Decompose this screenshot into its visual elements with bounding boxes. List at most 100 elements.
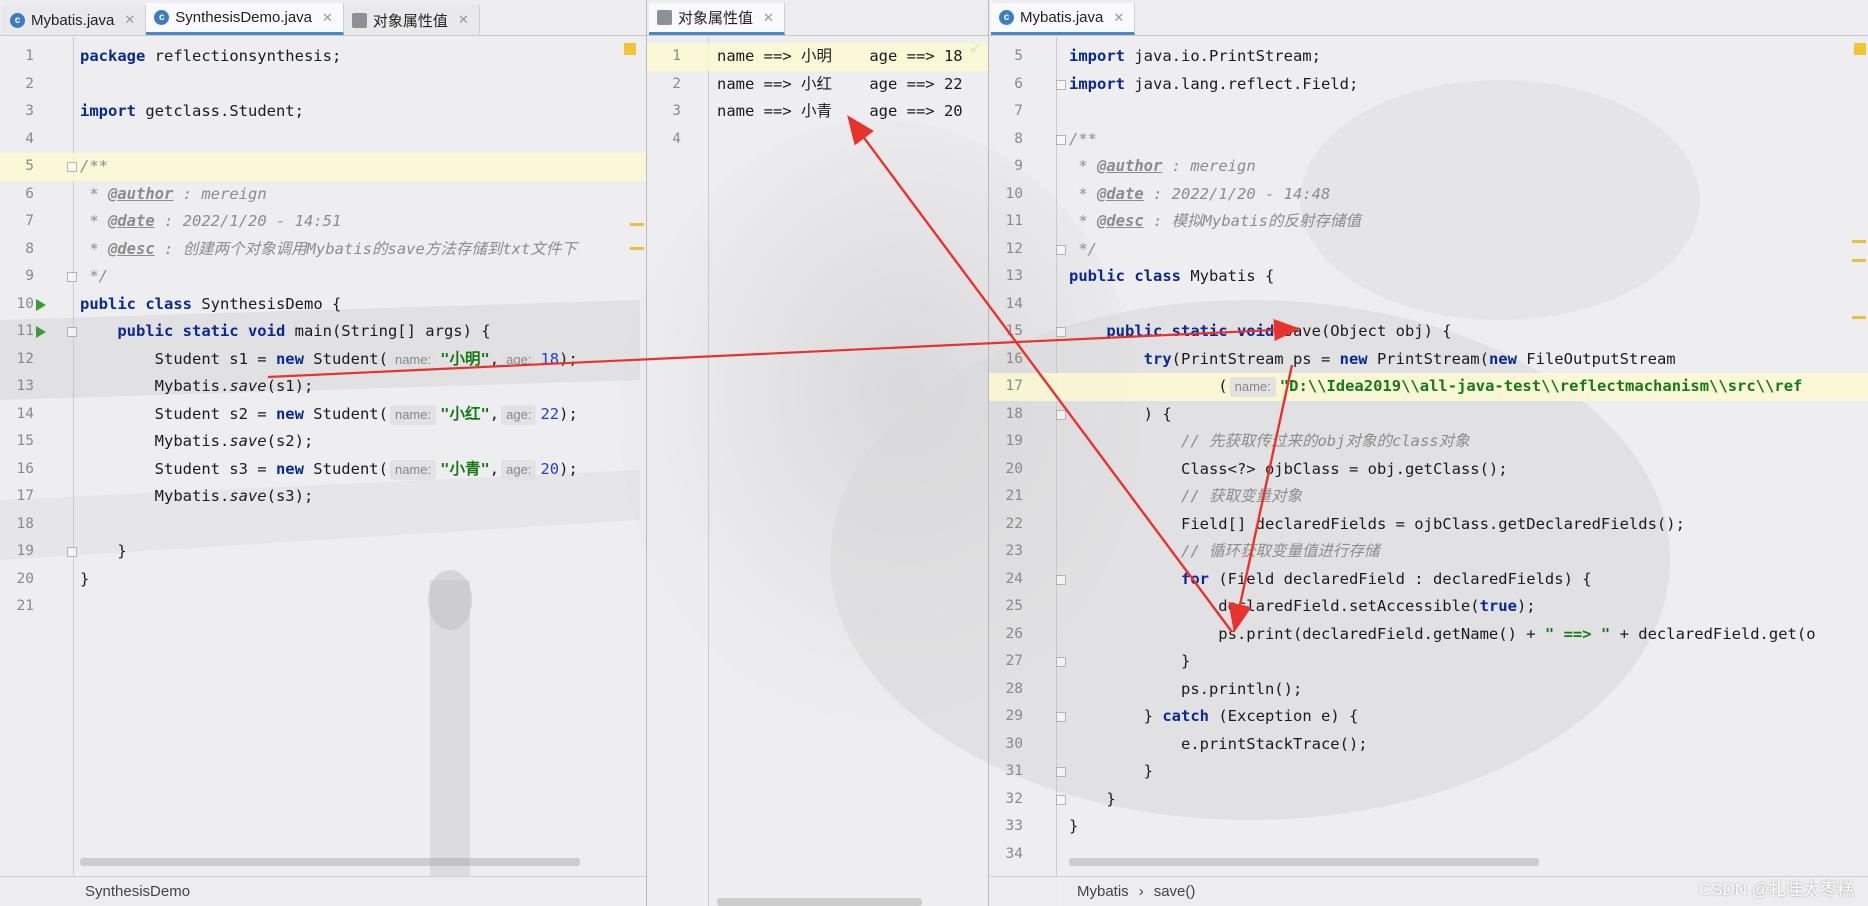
fold-icon[interactable] xyxy=(1056,327,1066,337)
number-literal: 22 xyxy=(540,404,560,423)
fold-icon[interactable] xyxy=(1056,767,1066,777)
fold-icon[interactable] xyxy=(1056,712,1066,722)
fold-icon[interactable] xyxy=(67,162,77,172)
code-text: Class<?> ojbClass = obj.getClass(); xyxy=(1069,459,1508,478)
editor-pane-synthesisdemo: c Mybatis.java ✕ c SynthesisDemo.java ✕ … xyxy=(0,0,647,906)
line-number: 25 xyxy=(1005,598,1023,614)
tab-label: 对象属性值 xyxy=(678,10,754,27)
comment: * xyxy=(1069,212,1097,230)
code-text: } xyxy=(1069,707,1163,725)
line-number: 6 xyxy=(1014,75,1023,92)
code-editor[interactable]: 5 import java.io.PrintStream; 6 import jav… xyxy=(989,37,1868,906)
comment: */ xyxy=(1069,239,1097,258)
code-line: 26 ps.print(declaredField.getName() + " … xyxy=(989,621,1868,649)
comment: * xyxy=(80,212,108,230)
fold-icon[interactable] xyxy=(1056,574,1066,585)
line-number: 1 xyxy=(25,48,34,64)
code-line: 4 xyxy=(0,126,646,154)
doc-tag: @desc xyxy=(1097,212,1144,230)
code-line: 32 } xyxy=(989,786,1868,814)
code-text: (Field declaredField : declaredFields) { xyxy=(1208,569,1592,588)
keyword: true xyxy=(1479,597,1517,615)
line-number: 21 xyxy=(16,598,34,614)
code-line: 8 /** xyxy=(989,126,1868,154)
code-text: Mybatis. xyxy=(80,377,230,395)
line-number: 20 xyxy=(16,570,34,587)
code-text: Mybatis. xyxy=(80,487,230,505)
breadcrumb-class[interactable]: Mybatis xyxy=(1077,883,1129,900)
code-text: } xyxy=(1069,652,1191,670)
code-text: Mybatis. xyxy=(80,432,230,450)
tab-mybatis-java[interactable]: c Mybatis.java ✕ xyxy=(2,5,147,35)
comment: * xyxy=(80,239,108,258)
code-text: Student( xyxy=(303,349,388,368)
class-icon: c xyxy=(154,10,170,25)
line-number: 2 xyxy=(672,75,681,92)
fold-icon[interactable] xyxy=(1056,657,1066,667)
fold-icon[interactable] xyxy=(1056,409,1066,420)
comment: : mereign xyxy=(1162,157,1256,175)
text-file-icon xyxy=(351,12,367,28)
code-line-current: 17 (name: "D:\\Idea2019\\all-java-test\\r… xyxy=(989,373,1868,401)
code-text: } xyxy=(1069,762,1153,780)
chevron-right-icon: › xyxy=(1138,883,1144,900)
code-line: 10 public class SynthesisDemo { xyxy=(0,291,646,319)
line-number: 18 xyxy=(16,515,34,532)
text-editor[interactable]: ✔ 1name ==> 小明 age ==> 18 2name ==> 小红 a… xyxy=(647,37,988,906)
output-row: name ==> 小青 age ==> 20 xyxy=(717,102,963,120)
line-number: 26 xyxy=(1005,625,1023,642)
run-icon[interactable] xyxy=(36,298,46,311)
code-line: 7 * @date : 2022/1/20 - 14:51 xyxy=(0,208,646,236)
close-icon[interactable]: ✕ xyxy=(322,10,333,26)
fold-icon[interactable] xyxy=(1056,79,1066,90)
code-line: 33} xyxy=(989,813,1868,841)
tab-object-values-txt[interactable]: 对象属性值 ✕ xyxy=(343,5,480,35)
tab-synthesisdemo-java[interactable]: c SynthesisDemo.java ✕ xyxy=(146,3,344,35)
fold-icon[interactable] xyxy=(1056,134,1066,145)
breadcrumb-class[interactable]: SynthesisDemo xyxy=(85,883,190,900)
line-number: 34 xyxy=(1005,845,1023,862)
fold-icon[interactable] xyxy=(67,547,77,557)
parameter-hint: name: xyxy=(389,349,437,370)
line-number: 10 xyxy=(1005,185,1023,202)
code-line: 14 Student s2 = new Student(name: "小红", ag… xyxy=(0,401,646,429)
tab-label: SynthesisDemo.java xyxy=(175,9,313,26)
line-number: 24 xyxy=(1005,570,1023,587)
code-line: 11 public static void main(String[] args… xyxy=(0,318,646,346)
editor-pane-mybatis: c Mybatis.java ✕ 5 import java.io.PrintSt… xyxy=(989,0,1868,906)
string-literal: " ==> " xyxy=(1544,624,1611,643)
code-text: java.lang.reflect.Field; xyxy=(1125,74,1359,93)
close-icon[interactable]: ✕ xyxy=(458,12,469,28)
code-text: save(Object obj) { xyxy=(1274,322,1452,340)
close-icon[interactable]: ✕ xyxy=(1113,10,1124,26)
code-text: } xyxy=(80,542,127,560)
line-number: 19 xyxy=(16,543,34,559)
horizontal-scrollbar[interactable] xyxy=(80,858,580,866)
close-icon[interactable]: ✕ xyxy=(763,10,774,26)
tab-mybatis-java[interactable]: c Mybatis.java ✕ xyxy=(991,3,1136,35)
code-line: 16 Student s3 = new Student(name: "小青", ag… xyxy=(0,456,646,484)
close-icon[interactable]: ✕ xyxy=(124,12,135,28)
code-text: Student s1 = xyxy=(80,349,276,368)
line-number: 30 xyxy=(1005,735,1023,752)
horizontal-scrollbar[interactable] xyxy=(1069,858,1539,866)
run-icon[interactable] xyxy=(36,326,46,338)
line-number: 13 xyxy=(1005,268,1023,284)
code-editor[interactable]: 1 package reflectionsynthesis; 2 3 import … xyxy=(0,37,646,906)
code-text: java.io.PrintStream; xyxy=(1125,47,1321,65)
horizontal-scrollbar[interactable] xyxy=(717,898,922,906)
code-line: 25 declaredField.setAccessible(true); xyxy=(989,593,1868,621)
line-number: 18 xyxy=(1005,405,1023,422)
tab-object-values-txt[interactable]: 对象属性值 ✕ xyxy=(649,3,785,35)
text-line: 4 xyxy=(647,126,988,154)
fold-icon[interactable] xyxy=(1056,794,1066,805)
line-number: 1 xyxy=(672,48,681,64)
code-line: 12 Student s1 = new Student(name: "小明", ag… xyxy=(0,346,646,374)
line-number: 12 xyxy=(16,350,34,367)
line-number: 8 xyxy=(25,240,34,257)
breadcrumb-method[interactable]: save() xyxy=(1154,883,1196,900)
fold-icon[interactable] xyxy=(67,327,77,337)
fold-icon[interactable] xyxy=(1056,244,1066,255)
fold-icon[interactable] xyxy=(67,272,77,282)
code-text: ) { xyxy=(1069,404,1172,423)
